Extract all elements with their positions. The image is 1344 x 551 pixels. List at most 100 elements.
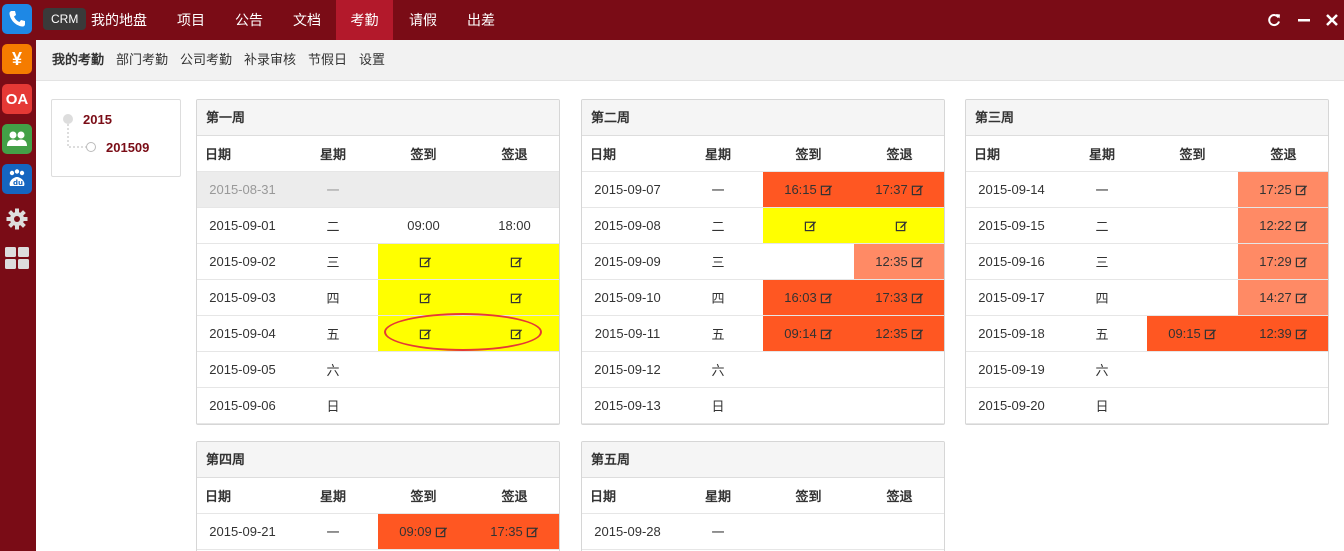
edit-icon[interactable] <box>911 291 924 304</box>
sign-out-cell[interactable]: 12:35 <box>854 316 944 351</box>
edit-icon[interactable] <box>419 327 432 340</box>
edit-icon[interactable] <box>526 525 539 538</box>
edit-icon[interactable] <box>911 183 924 196</box>
sign-out-cell[interactable] <box>469 280 559 315</box>
refresh-icon[interactable] <box>1263 9 1285 31</box>
minimize-icon[interactable] <box>1293 9 1315 31</box>
column-header: 签到 <box>410 147 437 162</box>
oa-icon[interactable]: OA <box>2 84 32 114</box>
sign-out-cell[interactable] <box>469 316 559 351</box>
edit-icon[interactable] <box>1295 183 1308 196</box>
edit-icon[interactable] <box>1295 219 1308 232</box>
subnav-company-attendance[interactable]: 公司考勤 <box>180 40 232 80</box>
column-header: 星期 <box>319 147 346 162</box>
sign-out-time: 17:35 <box>490 524 523 539</box>
crm-button[interactable]: CRM <box>43 8 87 30</box>
weekday-cell: 四 <box>711 291 725 306</box>
sign-out-time: 18:00 <box>498 218 531 233</box>
edit-icon[interactable] <box>510 291 523 304</box>
sign-out-time: 17:29 <box>1259 254 1292 269</box>
edit-icon[interactable] <box>820 291 833 304</box>
sign-in-cell[interactable]: 09:15 <box>1147 316 1238 351</box>
sign-out-cell[interactable]: 17:35 <box>469 514 559 549</box>
date-tree: 2015 201509 <box>51 99 181 177</box>
edit-icon[interactable] <box>435 525 448 538</box>
edit-icon[interactable] <box>820 183 833 196</box>
sign-in-cell[interactable] <box>763 208 854 243</box>
sign-out-cell[interactable]: 17:37 <box>854 172 944 207</box>
edit-icon[interactable] <box>1295 327 1308 340</box>
sign-in-time: 16:03 <box>784 290 817 305</box>
edit-icon[interactable] <box>419 255 432 268</box>
phone-icon[interactable] <box>2 4 32 34</box>
nav-attendance[interactable]: 考勤 <box>336 0 393 40</box>
column-header: 星期 <box>704 147 731 162</box>
subnav-settings[interactable]: 设置 <box>359 40 385 80</box>
edit-icon[interactable] <box>510 327 523 340</box>
sign-in-cell <box>763 388 854 423</box>
weekday-cell: 二 <box>326 219 340 234</box>
edit-icon[interactable] <box>911 327 924 340</box>
date-cell: 2015-09-07 <box>594 182 661 197</box>
sign-in-cell <box>763 244 854 279</box>
close-icon[interactable] <box>1321 9 1343 31</box>
edit-icon[interactable] <box>895 219 908 232</box>
sign-out-cell[interactable] <box>469 244 559 279</box>
subnav-department-attendance[interactable]: 部门考勤 <box>116 40 168 80</box>
nav-my-space[interactable]: 我的地盘 <box>88 0 150 40</box>
weekday-cell: 五 <box>711 327 725 342</box>
sign-in-cell[interactable] <box>378 316 469 351</box>
sign-out-cell <box>469 172 559 207</box>
subnav-supplement-review[interactable]: 补录审核 <box>244 40 296 80</box>
edit-icon[interactable] <box>1295 291 1308 304</box>
edit-icon[interactable] <box>1295 255 1308 268</box>
sign-out-cell[interactable]: 12:39 <box>1238 316 1328 351</box>
sign-out-cell[interactable]: 17:29 <box>1238 244 1328 279</box>
sign-in-cell[interactable] <box>378 280 469 315</box>
table-row: 2015-09-07 一 16:15 17:37 <box>582 172 944 208</box>
sign-in-cell[interactable]: 16:03 <box>763 280 854 315</box>
nav-projects[interactable]: 项目 <box>163 0 219 40</box>
nav-announcements[interactable]: 公告 <box>221 0 277 40</box>
week-title: 第二周 <box>582 100 944 136</box>
weekday-cell: 三 <box>711 255 725 270</box>
sign-in-cell[interactable] <box>378 244 469 279</box>
baidu-icon[interactable]: du <box>2 164 32 194</box>
apps-grid-icon[interactable] <box>2 243 32 273</box>
sign-out-cell[interactable]: 14:27 <box>1238 280 1328 315</box>
sign-out-cell[interactable]: 12:35 <box>854 244 944 279</box>
sign-out-cell[interactable]: 17:33 <box>854 280 944 315</box>
people-icon[interactable] <box>2 124 32 154</box>
date-cell: 2015-09-16 <box>978 254 1045 269</box>
column-header: 日期 <box>205 147 232 162</box>
edit-icon[interactable] <box>510 255 523 268</box>
weekday-cell: 三 <box>326 255 340 270</box>
edit-icon[interactable] <box>419 291 432 304</box>
sign-in-cell[interactable]: 16:15 <box>763 172 854 207</box>
weekday-cell: 六 <box>711 363 725 378</box>
sign-in-cell[interactable]: 09:14 <box>763 316 854 351</box>
table-row: 2015-09-20 日 <box>966 388 1328 424</box>
nav-leave[interactable]: 请假 <box>395 0 451 40</box>
sign-out-cell[interactable]: 12:22 <box>1238 208 1328 243</box>
date-cell: 2015-09-19 <box>978 362 1045 377</box>
table-row: 2015-09-18 五 09:15 12:39 <box>966 316 1328 352</box>
edit-icon[interactable] <box>820 327 833 340</box>
subnav-holidays[interactable]: 节假日 <box>308 40 347 80</box>
edit-icon[interactable] <box>911 255 924 268</box>
column-header: 日期 <box>974 147 1001 162</box>
tree-month[interactable]: 201509 <box>106 140 149 155</box>
svg-text:du: du <box>13 179 23 187</box>
edit-icon[interactable] <box>804 219 817 232</box>
gear-icon[interactable] <box>2 204 32 234</box>
nav-business-trip[interactable]: 出差 <box>453 0 509 40</box>
subnav-my-attendance[interactable]: 我的考勤 <box>52 40 104 80</box>
sign-out-time: 12:22 <box>1259 218 1292 233</box>
sign-in-cell[interactable]: 09:09 <box>378 514 469 549</box>
yen-icon[interactable]: ¥ <box>2 44 32 74</box>
edit-icon[interactable] <box>1204 327 1217 340</box>
table-row: 2015-09-02 三 <box>197 244 559 280</box>
sign-out-cell[interactable] <box>854 208 944 243</box>
sign-out-cell[interactable]: 17:25 <box>1238 172 1328 207</box>
nav-documents[interactable]: 文档 <box>279 0 335 40</box>
